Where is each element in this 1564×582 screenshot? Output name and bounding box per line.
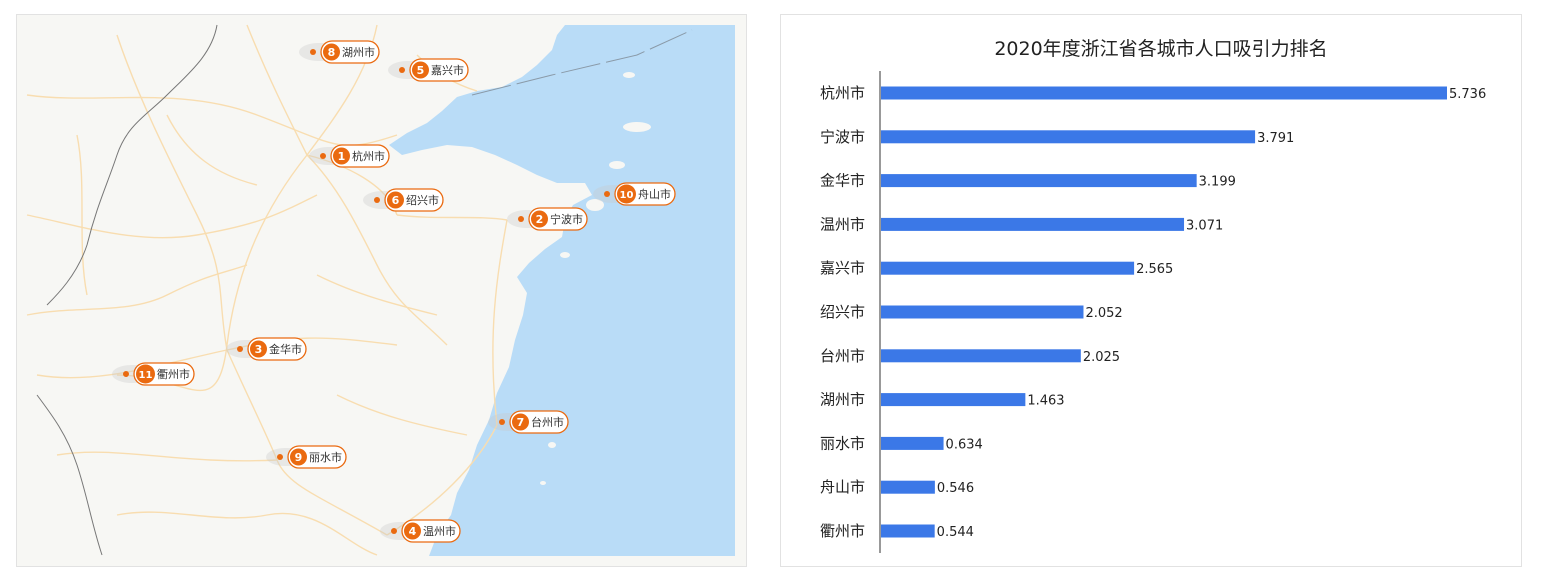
marker-city-name: 台州市 bbox=[531, 415, 564, 429]
category-label: 温州市 bbox=[820, 215, 865, 233]
marker-rank: 4 bbox=[409, 525, 417, 538]
marker-rank: 10 bbox=[620, 190, 634, 201]
marker-dot bbox=[399, 67, 405, 73]
category-label: 台州市 bbox=[820, 347, 865, 365]
marker-city-name: 嘉兴市 bbox=[431, 63, 464, 77]
marker-city-name: 衢州市 bbox=[157, 367, 190, 381]
bar bbox=[881, 524, 935, 538]
marker-dot bbox=[277, 454, 283, 460]
data-label: 5.736 bbox=[1449, 87, 1486, 102]
bar bbox=[881, 436, 944, 450]
marker-dot bbox=[518, 216, 524, 222]
marker-city-name: 宁波市 bbox=[550, 212, 583, 226]
marker-city-name: 湖州市 bbox=[342, 45, 375, 59]
map-marker-3[interactable]: 3 金华市 bbox=[226, 337, 307, 361]
chart-title: 2020年度浙江省各城市人口吸引力排名 bbox=[994, 38, 1327, 60]
bar bbox=[881, 261, 1135, 275]
bar bbox=[881, 130, 1256, 144]
data-label: 3.199 bbox=[1199, 175, 1236, 190]
marker-rank: 7 bbox=[517, 416, 525, 429]
marker-rank: 8 bbox=[328, 46, 336, 59]
chart-panel: 2020年度浙江省各城市人口吸引力排名 杭州市 5.736 宁波市 3.791 金华市 3… bbox=[780, 14, 1522, 567]
map-marker-7[interactable]: 7 台州市 bbox=[488, 410, 569, 434]
bar bbox=[881, 480, 935, 494]
marker-dot bbox=[237, 346, 243, 352]
data-label: 0.544 bbox=[937, 525, 974, 540]
bar bbox=[881, 349, 1081, 363]
data-label: 1.463 bbox=[1027, 394, 1064, 409]
bar bbox=[881, 305, 1084, 319]
marker-rank: 5 bbox=[417, 64, 425, 77]
data-label: 2.565 bbox=[1136, 262, 1173, 277]
data-label: 0.546 bbox=[937, 481, 974, 496]
marker-dot bbox=[391, 528, 397, 534]
marker-city-name: 温州市 bbox=[423, 524, 456, 538]
map-marker-5[interactable]: 5 嘉兴市 bbox=[388, 58, 469, 82]
bar bbox=[881, 217, 1185, 231]
marker-rank: 11 bbox=[139, 370, 153, 381]
marker-dot bbox=[374, 197, 380, 203]
map-marker-11[interactable]: 11 衢州市 bbox=[112, 362, 195, 386]
marker-city-name: 金华市 bbox=[269, 342, 302, 356]
data-label: 2.025 bbox=[1083, 350, 1120, 365]
map-marker-8[interactable]: 8 湖州市 bbox=[299, 40, 380, 64]
category-label: 嘉兴市 bbox=[820, 259, 865, 277]
marker-city-name: 丽水市 bbox=[309, 450, 342, 464]
map-marker-4[interactable]: 4 温州市 bbox=[380, 519, 461, 543]
marker-rank: 6 bbox=[392, 194, 400, 207]
bar bbox=[881, 393, 1026, 407]
marker-dot bbox=[310, 49, 316, 55]
marker-city-name: 绍兴市 bbox=[406, 193, 439, 207]
marker-rank: 2 bbox=[536, 213, 544, 226]
category-label: 湖州市 bbox=[820, 391, 865, 409]
map-marker-6[interactable]: 6 绍兴市 bbox=[363, 188, 444, 212]
marker-rank: 1 bbox=[338, 150, 346, 163]
marker-city-name: 杭州市 bbox=[352, 149, 385, 163]
bar bbox=[881, 86, 1447, 100]
data-label: 3.071 bbox=[1186, 218, 1223, 233]
zhejiang-map: 1 杭州市 2 宁波市 3 金华市 4 温州市 5 嘉兴市 6 绍兴市 7 台州市 8 湖州市 9 丽水市 10 舟山… bbox=[17, 15, 746, 566]
category-label: 金华市 bbox=[820, 172, 865, 190]
marker-dot bbox=[123, 371, 129, 377]
marker-dot bbox=[499, 419, 505, 425]
bar-chart: 2020年度浙江省各城市人口吸引力排名 杭州市 5.736 宁波市 3.791 金华市 3… bbox=[820, 38, 1486, 553]
map-panel: 1 杭州市 2 宁波市 3 金华市 4 温州市 5 嘉兴市 6 绍兴市 7 台州市 8 湖州市 9 丽水市 10 舟山… bbox=[16, 14, 747, 567]
map-marker-10[interactable]: 10 舟山市 bbox=[593, 182, 676, 206]
category-label: 杭州市 bbox=[820, 84, 865, 102]
marker-city-name: 舟山市 bbox=[638, 187, 671, 201]
bars: 杭州市 5.736 宁波市 3.791 金华市 3.199 温州市 3.071 嘉兴市 2.565… bbox=[820, 84, 1486, 540]
category-label: 绍兴市 bbox=[820, 303, 865, 321]
marker-rank: 9 bbox=[295, 451, 303, 464]
map-marker-1[interactable]: 1 杭州市 bbox=[309, 144, 390, 168]
data-label: 0.634 bbox=[946, 437, 983, 452]
category-label: 舟山市 bbox=[820, 478, 865, 496]
category-label: 宁波市 bbox=[820, 128, 865, 146]
bar bbox=[881, 174, 1197, 188]
map-marker-9[interactable]: 9 丽水市 bbox=[266, 445, 347, 469]
marker-dot bbox=[320, 153, 326, 159]
data-label: 2.052 bbox=[1085, 306, 1122, 321]
map-marker-2[interactable]: 2 宁波市 bbox=[507, 207, 588, 231]
category-label: 丽水市 bbox=[820, 434, 865, 452]
marker-dot bbox=[604, 191, 610, 197]
category-label: 衢州市 bbox=[820, 522, 865, 540]
data-label: 3.791 bbox=[1257, 131, 1294, 146]
marker-rank: 3 bbox=[255, 343, 263, 356]
